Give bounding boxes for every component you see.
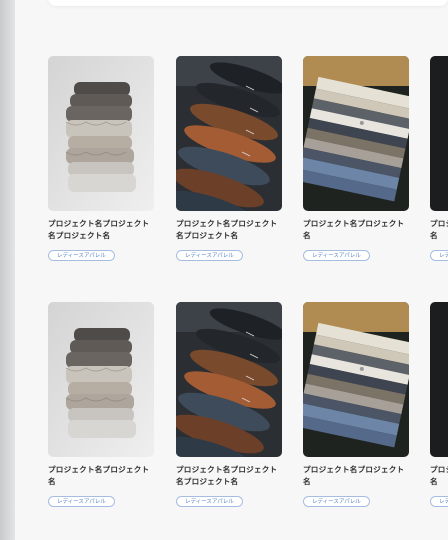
sidebar-edge	[0, 0, 15, 540]
project-image-sweaters	[48, 302, 154, 457]
project-card[interactable]: プロジェクト名プロジェクト名 レディースアパレル	[48, 302, 154, 507]
project-image-shoes	[176, 302, 282, 457]
project-title: プロジェクト名プロジェクト名	[303, 465, 405, 486]
project-image-fabrics	[303, 302, 409, 457]
card-row: プロジェクト名プロジェクト名プロジェクト名 レディースアパレル プロジェクト名プ…	[48, 56, 448, 266]
filter-card	[48, 0, 448, 6]
project-title: プロジェクト名プロジェクト名	[430, 465, 448, 486]
category-tag[interactable]: レディースアパレル	[48, 496, 115, 507]
category-tag[interactable]: レディースアパレル	[430, 496, 448, 507]
project-image-fabrics	[303, 56, 409, 211]
project-image-sweaters	[48, 56, 154, 211]
project-card[interactable]: プロジェクト名プロジェクト名 レディースアパレル	[430, 302, 448, 507]
project-title: プロジェクト名プロジェクト名	[48, 465, 150, 486]
project-title: プロジェクト名プロジェクト名プロジェクト名	[176, 219, 278, 240]
category-tag[interactable]: レディースアパレル	[48, 250, 115, 261]
category-tag[interactable]: レディースアパレル	[430, 250, 448, 261]
project-title: プロジェクト名プロジェクト名プロジェクト名	[48, 219, 150, 240]
project-title: プロジェクト名プロジェクト名	[303, 219, 405, 240]
project-title: プロジェクト名プロジェクト名プロジェクト名	[176, 465, 278, 486]
project-card[interactable]: プロジェクト名プロジェクト名 レディースアパレル	[303, 56, 409, 261]
project-card[interactable]: プロジェクト名プロジェクト名 レディースアパレル	[430, 56, 448, 261]
project-image-dark	[430, 56, 448, 211]
category-tag[interactable]: レディースアパレル	[303, 496, 370, 507]
project-card[interactable]: プロジェクト名プロジェクト名プロジェクト名 レディースアパレル	[176, 56, 282, 261]
category-tag[interactable]: レディースアパレル	[176, 496, 243, 507]
category-tag[interactable]: レディースアパレル	[176, 250, 243, 261]
category-tag[interactable]: レディースアパレル	[303, 250, 370, 261]
project-title: プロジェクト名プロジェクト名	[430, 219, 448, 240]
project-card[interactable]: プロジェクト名プロジェクト名 レディースアパレル	[303, 302, 409, 507]
project-card[interactable]: プロジェクト名プロジェクト名プロジェクト名 レディースアパレル	[48, 56, 154, 261]
project-card[interactable]: プロジェクト名プロジェクト名プロジェクト名 レディースアパレル	[176, 302, 282, 507]
project-image-shoes	[176, 56, 282, 211]
card-row: プロジェクト名プロジェクト名 レディースアパレル プロジェクト名プロジェクト名プ…	[48, 302, 448, 512]
project-image-dark	[430, 302, 448, 457]
